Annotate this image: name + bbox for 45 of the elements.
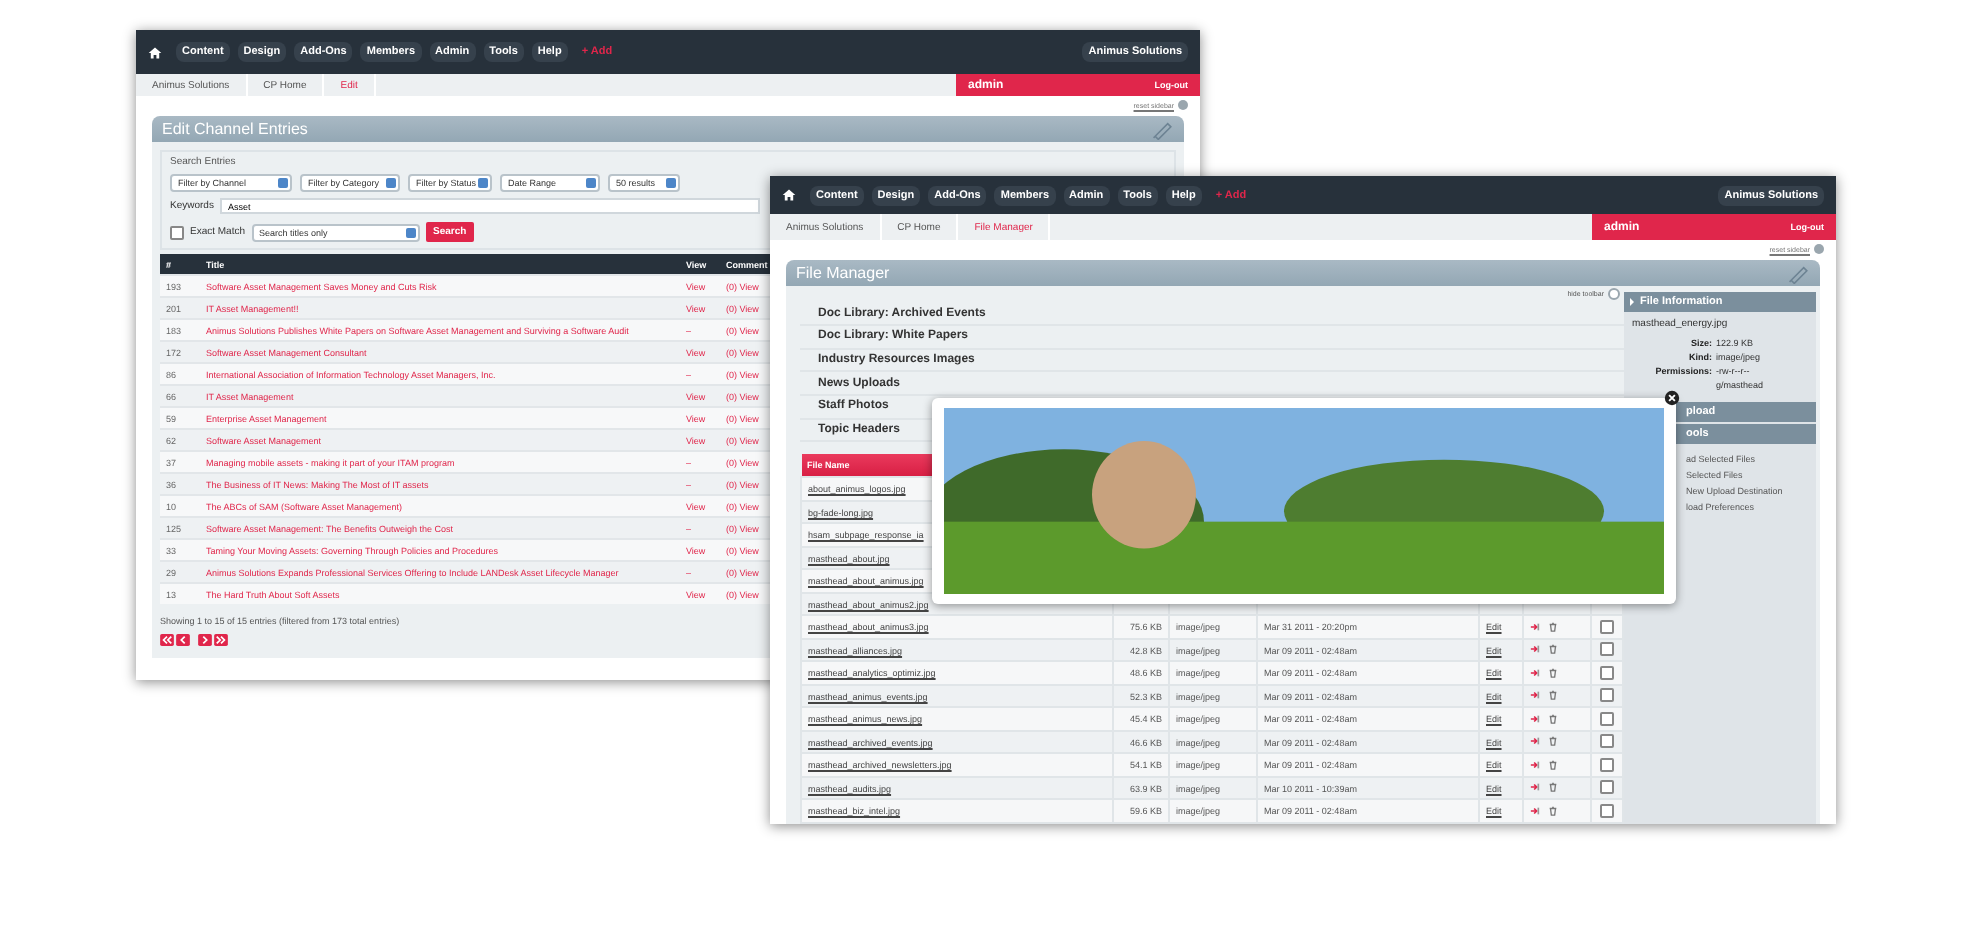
trash-icon[interactable] — [1548, 759, 1558, 770]
row-checkbox[interactable] — [1600, 619, 1614, 634]
exact-match-checkbox[interactable] — [170, 225, 184, 239]
row-checkbox[interactable] — [1600, 688, 1614, 703]
circle-icon[interactable] — [1814, 244, 1824, 254]
download-arrow-icon[interactable] — [1530, 667, 1540, 678]
download-arrow-icon[interactable] — [1530, 713, 1540, 724]
download-arrow-icon[interactable] — [1530, 736, 1540, 747]
right-arrow-icon[interactable] — [198, 634, 212, 646]
trash-icon[interactable] — [1548, 805, 1558, 816]
pen-icon — [1152, 119, 1174, 139]
caret-icon — [386, 178, 396, 188]
trash-icon[interactable] — [1548, 713, 1558, 724]
double-right-arrow-icon[interactable] — [214, 634, 228, 646]
row-checkbox[interactable] — [1600, 642, 1614, 657]
row-checkbox[interactable] — [1600, 803, 1614, 818]
panel-title: Edit Channel Entries — [162, 120, 308, 138]
trash-icon[interactable] — [1548, 782, 1558, 793]
caret-icon — [666, 178, 676, 188]
caret-icon — [478, 178, 488, 188]
circle-icon[interactable] — [1178, 100, 1188, 110]
download-arrow-icon[interactable] — [1530, 621, 1540, 632]
trash-icon[interactable] — [1548, 736, 1558, 747]
download-arrow-icon[interactable] — [1530, 805, 1540, 816]
row-checkbox[interactable] — [1600, 757, 1614, 772]
row-checkbox[interactable] — [1600, 665, 1614, 680]
download-arrow-icon[interactable] — [1530, 759, 1540, 770]
download-arrow-icon[interactable] — [1530, 782, 1540, 793]
caret-icon — [405, 227, 416, 237]
row-checkbox[interactable] — [1600, 711, 1614, 726]
download-arrow-icon[interactable] — [1530, 690, 1540, 701]
caret-icon — [278, 178, 288, 188]
caret-icon — [586, 178, 596, 188]
trash-icon[interactable] — [1548, 644, 1558, 655]
trash-icon[interactable] — [1548, 690, 1558, 701]
row-checkbox[interactable] — [1600, 734, 1614, 749]
left-arrow-icon[interactable] — [176, 634, 190, 646]
home-icon[interactable] — [148, 45, 162, 59]
trash-icon[interactable] — [1548, 667, 1558, 678]
trash-icon[interactable] — [1548, 621, 1558, 632]
home-icon[interactable] — [782, 188, 796, 202]
double-left-arrow-icon[interactable] — [160, 634, 174, 646]
row-checkbox[interactable] — [1600, 780, 1614, 795]
download-arrow-icon[interactable] — [1530, 644, 1540, 655]
pen-icon — [1788, 263, 1810, 283]
